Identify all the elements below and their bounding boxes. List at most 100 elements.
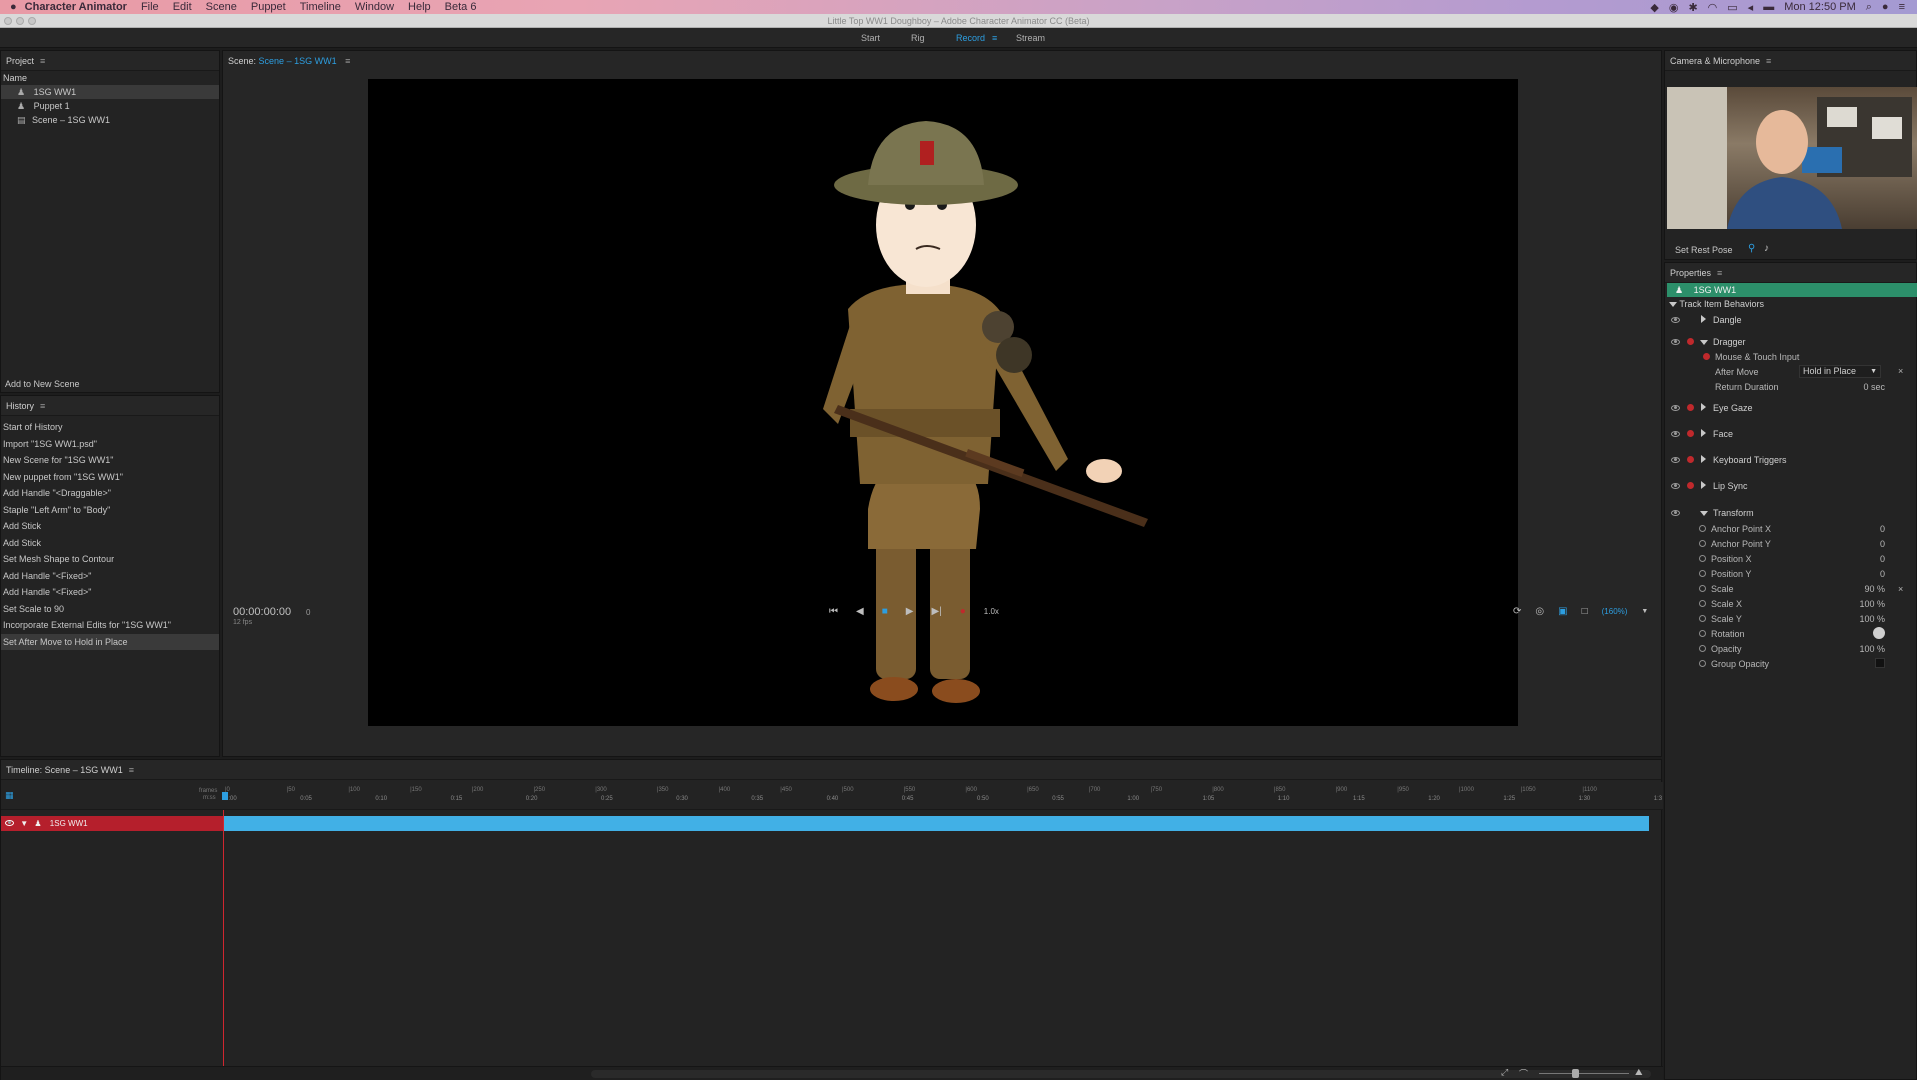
history-item[interactable]: Incorporate External Edits for "1SG WW1" — [1, 617, 219, 634]
chevron-down-icon[interactable]: ▼ — [20, 819, 28, 828]
track-header[interactable]: ▼ ♟ 1SG WW1 — [1, 816, 223, 831]
scene-stage[interactable] — [368, 79, 1518, 726]
microphone-icon[interactable]: ♪ — [1764, 243, 1769, 254]
param-value[interactable]: 0 — [1855, 554, 1885, 564]
behavior-face[interactable]: Face — [1713, 429, 1733, 439]
zoom-in-icon[interactable]: ⛰ — [1635, 1067, 1643, 1078]
expand-icon[interactable] — [1701, 429, 1706, 439]
param-value[interactable]: 100 % — [1855, 599, 1885, 609]
set-rest-pose-button[interactable]: Set Rest Pose — [1675, 245, 1733, 255]
expand-icon[interactable] — [1701, 455, 1706, 465]
param-row[interactable]: Anchor Point Y — [1699, 539, 1771, 549]
rotation-dial[interactable] — [1873, 627, 1885, 639]
menu-timeline[interactable]: Timeline — [300, 1, 341, 13]
param-keyframe-icon[interactable] — [1699, 570, 1706, 577]
history-item[interactable]: Add Handle "<Fixed>" — [1, 568, 219, 585]
menu-edit[interactable]: Edit — [173, 1, 192, 13]
step-back-icon[interactable]: ◀ — [856, 606, 864, 617]
param-row[interactable]: Position Y — [1699, 569, 1751, 579]
battery-icon[interactable]: ▬ — [1763, 1, 1774, 13]
menu-help[interactable]: Help — [408, 1, 431, 13]
search-icon[interactable]: ⌕ — [1866, 1, 1872, 14]
group-opacity-checkbox[interactable] — [1875, 658, 1885, 668]
selected-puppet-bar[interactable]: ♟ 1SG WW1 — [1667, 283, 1917, 297]
param-value[interactable]: 100 % — [1855, 614, 1885, 624]
eye-icon[interactable] — [5, 820, 14, 826]
project-item[interactable]: ♟ Puppet 1 — [1, 99, 219, 113]
chevron-down-icon[interactable] — [1700, 340, 1708, 345]
behavior-eye-toggle[interactable] — [1671, 403, 1680, 413]
history-item[interactable]: Add Stick — [1, 518, 219, 535]
history-item[interactable]: New Scene for "1SG WW1" — [1, 452, 219, 469]
param-row[interactable]: Rotation — [1699, 629, 1745, 639]
record-arm[interactable] — [1687, 429, 1694, 439]
panel-menu-icon[interactable]: ≡ — [1766, 56, 1771, 66]
bluetooth-icon[interactable]: ✱ — [1688, 1, 1697, 14]
param-row[interactable]: Scale Y — [1699, 614, 1742, 624]
behavior-keyboard-triggers[interactable]: Keyboard Triggers — [1713, 455, 1787, 465]
workspace-tab-rig[interactable]: Rig — [911, 33, 925, 43]
behavior-eye-toggle[interactable] — [1671, 429, 1680, 439]
track-bar[interactable] — [223, 816, 1649, 831]
track-item-behaviors-header[interactable]: Track Item Behaviors — [1669, 299, 1764, 309]
panel-menu-icon[interactable]: ≡ — [40, 401, 45, 411]
behavior-eye-gaze[interactable]: Eye Gaze — [1713, 403, 1753, 413]
step-forward-icon[interactable]: ▶| — [931, 606, 941, 617]
notification-center-icon[interactable]: ≡ — [1899, 1, 1905, 13]
project-name-column[interactable]: Name — [1, 71, 219, 85]
scene-timecode[interactable]: 00:00:00:00 — [233, 606, 291, 618]
return-duration-value[interactable]: 0 sec — [1853, 382, 1885, 392]
menu-puppet[interactable]: Puppet — [251, 1, 286, 13]
chevron-right-icon[interactable] — [1701, 481, 1706, 489]
param-value[interactable]: 0 — [1855, 569, 1885, 579]
workspace-tab-start[interactable]: Start — [861, 33, 880, 43]
record-arm-icon[interactable] — [1687, 430, 1694, 437]
param-row[interactable]: Opacity — [1699, 644, 1742, 654]
panel-menu-icon[interactable]: ≡ — [40, 56, 45, 66]
siri-icon[interactable]: ● — [1882, 1, 1889, 13]
history-item[interactable]: Add Stick — [1, 535, 219, 552]
history-item[interactable]: Add Handle "<Draggable>" — [1, 485, 219, 502]
chevron-right-icon[interactable] — [1701, 315, 1706, 323]
go-to-start-icon[interactable]: ⏮ — [829, 606, 838, 617]
chevron-right-icon[interactable] — [1701, 403, 1706, 411]
behavior-eye-toggle[interactable] — [1671, 315, 1680, 325]
behavior-eye-toggle[interactable] — [1671, 455, 1680, 465]
eye-icon[interactable] — [1671, 483, 1680, 489]
param-keyframe-icon[interactable] — [1699, 660, 1706, 667]
chevron-right-icon[interactable] — [1701, 429, 1706, 437]
project-item[interactable]: ♟ 1SG WW1 — [1, 85, 219, 99]
behavior-transform[interactable]: Transform — [1713, 508, 1754, 518]
eye-icon[interactable] — [1671, 510, 1680, 516]
zoom-slider-handle[interactable] — [1572, 1069, 1579, 1078]
panel-menu-icon[interactable]: ≡ — [1717, 268, 1722, 278]
behavior-eye-toggle[interactable] — [1671, 337, 1680, 347]
playhead-handle[interactable] — [222, 792, 228, 800]
record-arm-icon[interactable] — [1687, 456, 1694, 463]
record-arm-icon[interactable] — [1687, 338, 1694, 345]
zoom-out-icon[interactable]: ⌒ — [1519, 1067, 1528, 1080]
volume-icon[interactable]: ◂ — [1748, 1, 1754, 14]
param-row[interactable]: Position X — [1699, 554, 1752, 564]
menu-file[interactable]: File — [141, 1, 159, 13]
param-value[interactable]: 100 % — [1855, 644, 1885, 654]
history-item[interactable]: Set After Move to Hold in Place — [1, 633, 219, 650]
record-arm[interactable] — [1703, 352, 1710, 362]
param-value[interactable]: 90 % — [1855, 584, 1885, 594]
shield-icon[interactable]: ◆ — [1650, 1, 1658, 14]
character-puppet-image[interactable] — [368, 79, 1518, 726]
record-arm-icon[interactable] — [1687, 482, 1694, 489]
apple-icon[interactable]: ● — [10, 1, 17, 13]
param-keyframe-icon[interactable] — [1699, 525, 1706, 532]
behavior-eye-toggle[interactable] — [1671, 508, 1680, 518]
playhead-line[interactable] — [223, 810, 224, 1070]
project-item[interactable]: ▤ Scene – 1SG WW1 — [1, 113, 219, 127]
record-arm[interactable] — [1687, 455, 1694, 465]
zoom-level-dropdown[interactable]: (160%) — [1602, 607, 1628, 616]
behavior-dragger[interactable]: Dragger — [1713, 337, 1746, 347]
reset-icon[interactable]: × — [1898, 584, 1903, 594]
history-item[interactable]: Set Mesh Shape to Contour — [1, 551, 219, 568]
timeline-ruler[interactable]: frames m:ss |0 |50 |100 |150 |200 |250 |300 |35… — [1, 782, 1663, 810]
behavior-eye-toggle[interactable] — [1671, 481, 1680, 491]
chevron-down-icon[interactable]: ▼ — [1641, 608, 1648, 615]
